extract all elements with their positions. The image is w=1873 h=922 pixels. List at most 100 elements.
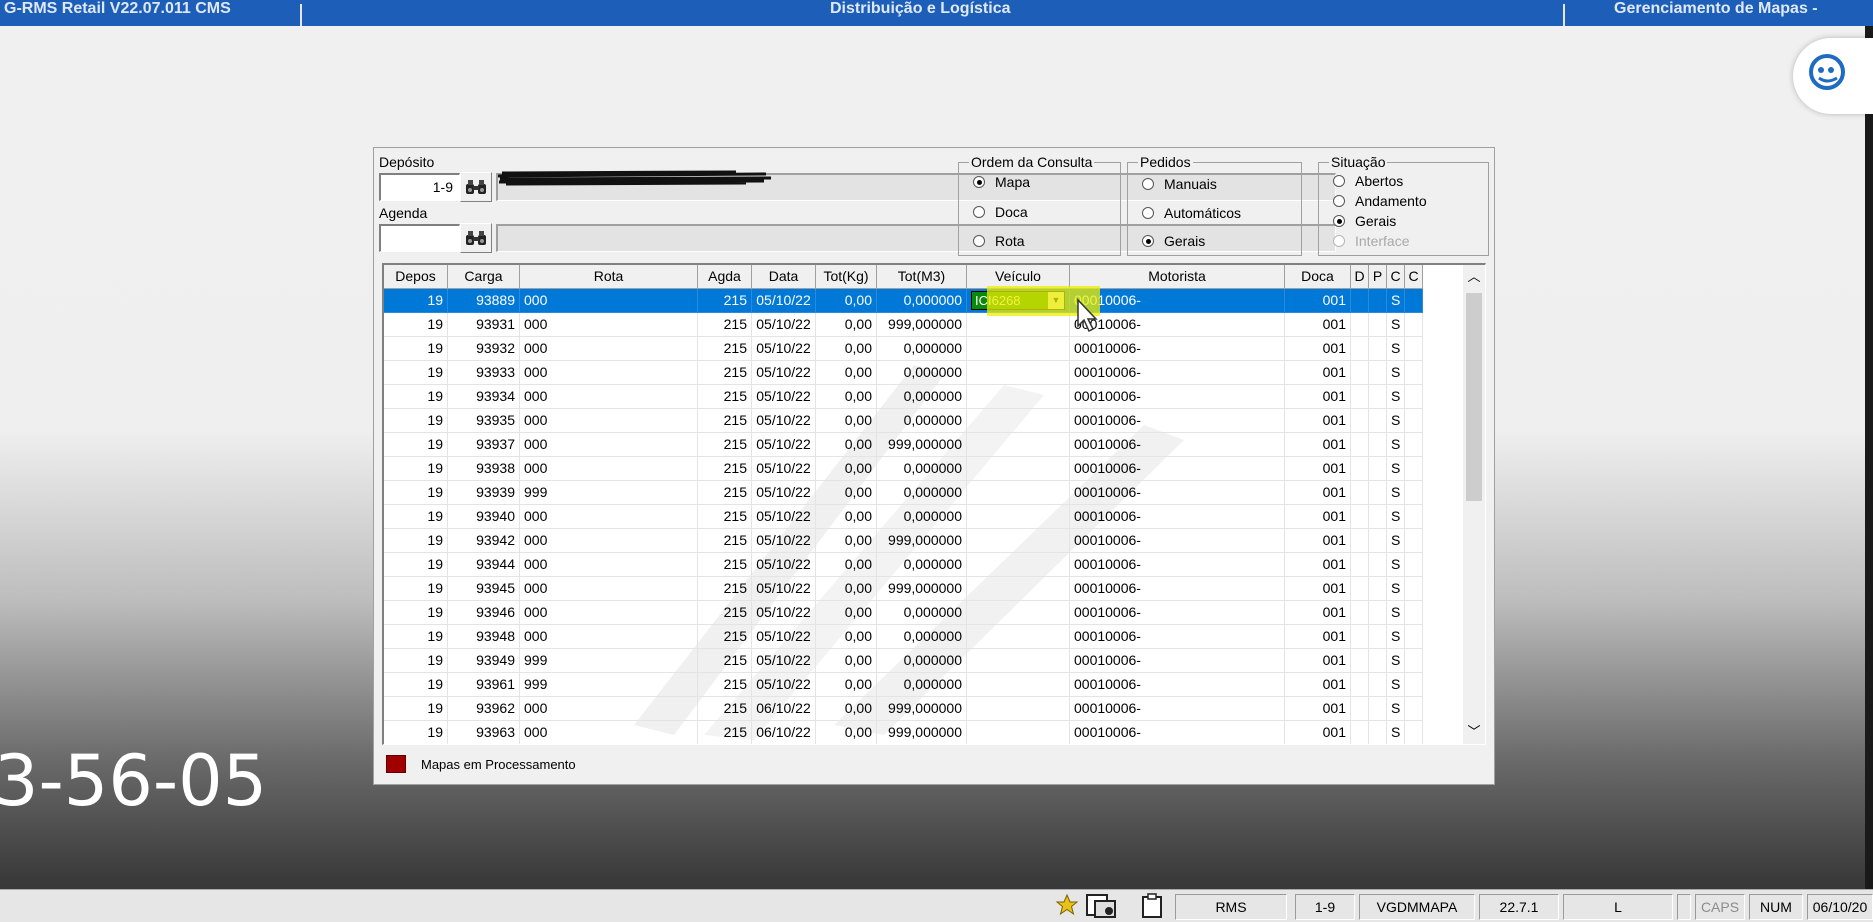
table-row[interactable]: 19 93932 000 215 05/10/22 0,00 0,000000 0001000… <box>384 337 1423 361</box>
cell-tot-m3[interactable]: 0,000000 <box>877 673 967 697</box>
cell-doca[interactable]: 001 <box>1285 553 1351 577</box>
cell-veiculo[interactable] <box>967 697 1070 721</box>
cell-doca[interactable]: 001 <box>1285 505 1351 529</box>
table-row[interactable]: 19 93938 000 215 05/10/22 0,00 0,000000 0001000… <box>384 457 1423 481</box>
cell-agda[interactable]: 215 <box>698 601 752 625</box>
cell-agda[interactable]: 215 <box>698 721 752 744</box>
cell-tot-kg[interactable]: 0,00 <box>816 673 877 697</box>
table-row[interactable]: 19 93963 000 215 06/10/22 0,00 999,000000 00010… <box>384 721 1423 744</box>
cell-c2[interactable] <box>1405 385 1423 409</box>
cell-d[interactable] <box>1351 337 1369 361</box>
cell-agda[interactable]: 215 <box>698 577 752 601</box>
cell-c1[interactable]: S <box>1387 457 1405 481</box>
cell-c1[interactable]: S <box>1387 673 1405 697</box>
cell-tot-m3[interactable]: 0,000000 <box>877 409 967 433</box>
cell-agda[interactable]: 215 <box>698 553 752 577</box>
cell-motorista[interactable]: 00010006- <box>1070 481 1285 505</box>
cell-agda[interactable]: 215 <box>698 697 752 721</box>
cell-tot-kg[interactable]: 0,00 <box>816 529 877 553</box>
cell-agda[interactable]: 215 <box>698 457 752 481</box>
cell-tot-m3[interactable]: 0,000000 <box>877 601 967 625</box>
ordem-radio-doca[interactable]: Doca <box>973 204 1028 220</box>
cell-depos[interactable]: 19 <box>384 481 448 505</box>
cell-c2[interactable] <box>1405 337 1423 361</box>
table-row[interactable]: 19 93934 000 215 05/10/22 0,00 0,000000 0001000… <box>384 385 1423 409</box>
header-p[interactable]: P <box>1369 265 1387 289</box>
cell-agda[interactable]: 215 <box>698 505 752 529</box>
pedidos-radio-automaticos[interactable]: Automáticos <box>1142 205 1241 221</box>
star-icon[interactable] <box>1055 893 1079 920</box>
cell-d[interactable] <box>1351 313 1369 337</box>
cell-tot-m3[interactable]: 0,000000 <box>877 361 967 385</box>
scroll-down-icon[interactable]: ﹀ <box>1463 720 1485 744</box>
cell-carga[interactable]: 93931 <box>448 313 520 337</box>
cell-doca[interactable]: 001 <box>1285 385 1351 409</box>
cell-agda[interactable]: 215 <box>698 625 752 649</box>
header-motorista[interactable]: Motorista <box>1070 265 1285 289</box>
cell-veiculo[interactable] <box>967 409 1070 433</box>
cell-c2[interactable] <box>1405 289 1423 313</box>
cell-data[interactable]: 05/10/22 <box>752 409 816 433</box>
cell-p[interactable] <box>1369 577 1387 601</box>
cell-carga[interactable]: 93889 <box>448 289 520 313</box>
cell-doca[interactable]: 001 <box>1285 529 1351 553</box>
cell-carga[interactable]: 93962 <box>448 697 520 721</box>
cell-depos[interactable]: 19 <box>384 625 448 649</box>
assistant-badge[interactable] <box>1793 38 1873 114</box>
cell-agda[interactable]: 215 <box>698 409 752 433</box>
ordem-radio-mapa[interactable]: Mapa <box>973 174 1030 190</box>
cell-doca[interactable]: 001 <box>1285 457 1351 481</box>
cell-rota[interactable]: 000 <box>520 313 698 337</box>
cell-data[interactable]: 05/10/22 <box>752 553 816 577</box>
cell-tot-m3[interactable]: 999,000000 <box>877 577 967 601</box>
cell-c2[interactable] <box>1405 577 1423 601</box>
cell-p[interactable] <box>1369 625 1387 649</box>
cell-tot-kg[interactable]: 0,00 <box>816 505 877 529</box>
cell-data[interactable]: 06/10/22 <box>752 697 816 721</box>
cell-p[interactable] <box>1369 721 1387 744</box>
header-carga[interactable]: Carga <box>448 265 520 289</box>
cell-d[interactable] <box>1351 409 1369 433</box>
cell-c2[interactable] <box>1405 433 1423 457</box>
cell-tot-m3[interactable]: 0,000000 <box>877 481 967 505</box>
header-agda[interactable]: Agda <box>698 265 752 289</box>
cell-tot-kg[interactable]: 0,00 <box>816 385 877 409</box>
cell-c2[interactable] <box>1405 721 1423 744</box>
header-tot-kg[interactable]: Tot(Kg) <box>816 265 877 289</box>
cell-motorista[interactable]: 00010006- <box>1070 361 1285 385</box>
cell-rota[interactable]: 000 <box>520 361 698 385</box>
cell-veiculo[interactable] <box>967 337 1070 361</box>
cell-doca[interactable]: 001 <box>1285 721 1351 744</box>
cell-d[interactable] <box>1351 721 1369 744</box>
cell-c2[interactable] <box>1405 649 1423 673</box>
cell-rota[interactable]: 000 <box>520 457 698 481</box>
header-doca[interactable]: Doca <box>1285 265 1351 289</box>
cell-c1[interactable]: S <box>1387 409 1405 433</box>
cell-rota[interactable]: 000 <box>520 433 698 457</box>
cell-agda[interactable]: 215 <box>698 481 752 505</box>
cell-tot-kg[interactable]: 0,00 <box>816 721 877 744</box>
cell-p[interactable] <box>1369 289 1387 313</box>
cell-data[interactable]: 05/10/22 <box>752 313 816 337</box>
table-row[interactable]: 19 93933 000 215 05/10/22 0,00 0,000000 0001000… <box>384 361 1423 385</box>
cell-agda[interactable]: 215 <box>698 385 752 409</box>
cell-c2[interactable] <box>1405 601 1423 625</box>
cell-tot-m3[interactable]: 999,000000 <box>877 433 967 457</box>
cell-depos[interactable]: 19 <box>384 721 448 744</box>
cell-d[interactable] <box>1351 481 1369 505</box>
cell-p[interactable] <box>1369 385 1387 409</box>
cell-veiculo[interactable] <box>967 649 1070 673</box>
cell-data[interactable]: 05/10/22 <box>752 289 816 313</box>
cell-carga[interactable]: 93963 <box>448 721 520 744</box>
cell-depos[interactable]: 19 <box>384 577 448 601</box>
cell-data[interactable]: 05/10/22 <box>752 529 816 553</box>
cell-veiculo[interactable] <box>967 385 1070 409</box>
cell-d[interactable] <box>1351 673 1369 697</box>
cell-agda[interactable]: 215 <box>698 289 752 313</box>
cell-d[interactable] <box>1351 289 1369 313</box>
cell-tot-kg[interactable]: 0,00 <box>816 289 877 313</box>
pedidos-radio-gerais[interactable]: Gerais <box>1142 233 1205 249</box>
cell-carga[interactable]: 93944 <box>448 553 520 577</box>
cell-c1[interactable]: S <box>1387 529 1405 553</box>
cell-carga[interactable]: 93945 <box>448 577 520 601</box>
